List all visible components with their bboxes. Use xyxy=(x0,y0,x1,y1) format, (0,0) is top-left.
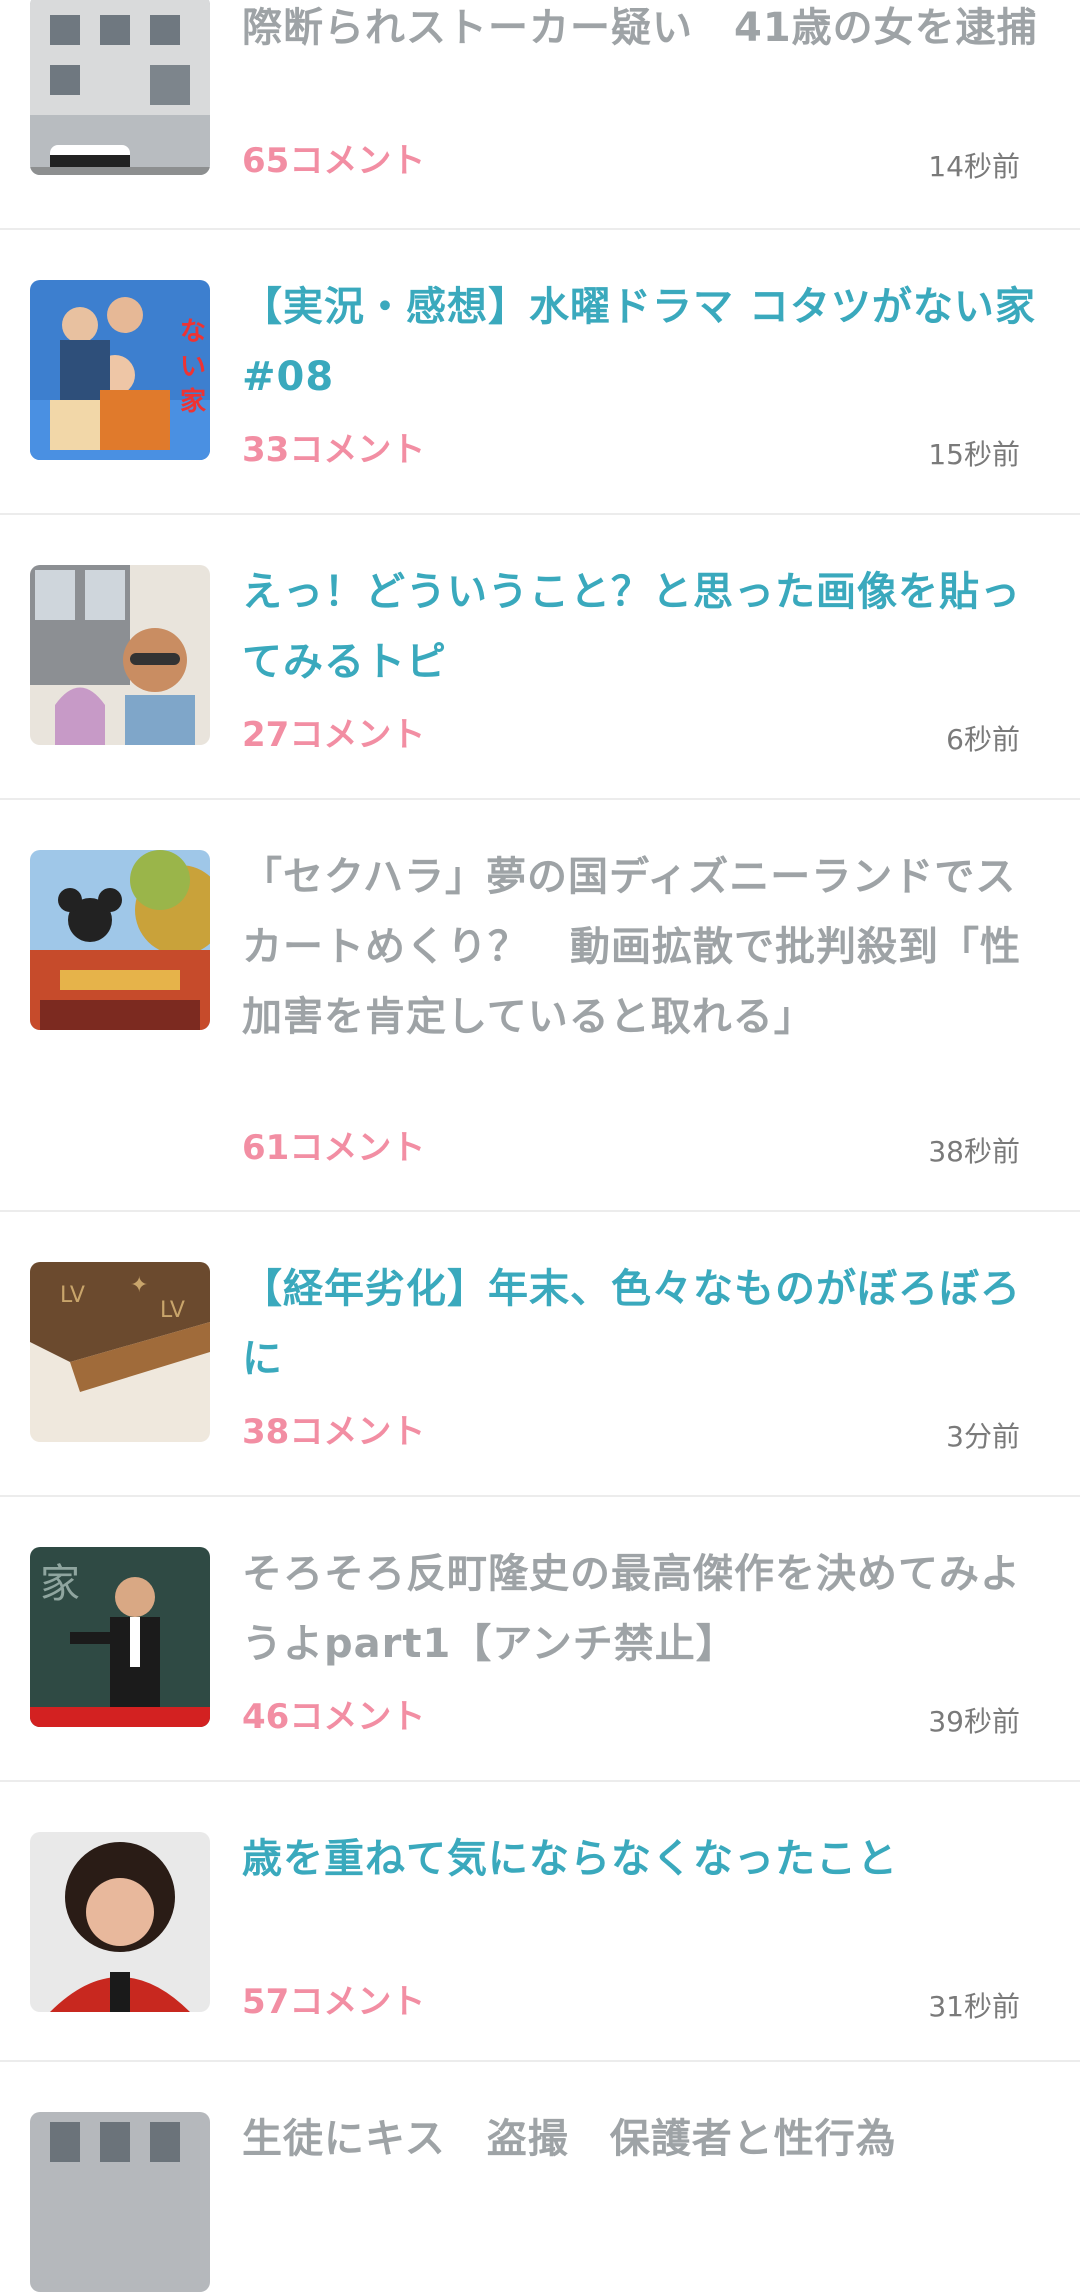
building-thumbnail[interactable] xyxy=(30,2112,210,2292)
worn-wallet-thumbnail[interactable]: LV ✦ LV xyxy=(30,1262,210,1442)
svg-text:LV: LV xyxy=(60,1283,85,1308)
topic-row[interactable]: 際断られストーカー疑い 41歳の女を逮捕 65コメント 14秒前 xyxy=(0,0,1080,230)
comment-count: 27コメント xyxy=(242,715,426,755)
topic-title[interactable]: 【実況・感想】水曜ドラマ コタツがない家 #08 xyxy=(242,272,1042,412)
comment-count: 38コメント xyxy=(242,1412,426,1452)
drama-poster-thumbnail[interactable]: な い 家 xyxy=(30,280,210,460)
topic-row[interactable]: LV ✦ LV 【経年劣化】年末、色々なものがぼろぼろに 38コメント 3分前 xyxy=(0,1212,1080,1497)
post-time: 38秒前 xyxy=(928,1135,1020,1168)
svg-text:LV: LV xyxy=(160,1298,185,1323)
parade-float-thumbnail[interactable] xyxy=(30,850,210,1030)
post-time: 6秒前 xyxy=(946,723,1020,756)
svg-text:家: 家 xyxy=(40,1561,80,1607)
svg-text:家: 家 xyxy=(180,386,206,417)
topic-row[interactable]: 歳を重ねて気にならなくなったこと 57コメント 31秒前 xyxy=(0,1782,1080,2062)
post-time: 3分前 xyxy=(946,1420,1020,1453)
comment-count: 46コメント xyxy=(242,1697,426,1737)
topic-row[interactable]: えっ！どういうこと？と思った画像を貼ってみるトピ 27コメント 6秒前 xyxy=(0,515,1080,800)
topic-title[interactable]: 【経年劣化】年末、色々なものがぼろぼろに xyxy=(242,1254,1042,1394)
topic-title[interactable]: 「セクハラ」夢の国ディズニーランドでスカートめくり？ 動画拡散で批判殺到「性加害… xyxy=(242,842,1042,1052)
topic-row[interactable]: 家 そろそろ反町隆史の最高傑作を決めてみようよpart1【アンチ禁止】 46コメ… xyxy=(0,1497,1080,1782)
svg-text:な: な xyxy=(180,317,206,347)
comment-count: 61コメント xyxy=(242,1128,426,1168)
svg-text:✦: ✦ xyxy=(130,1273,148,1298)
topic-row[interactable]: 生徒にキス 盗撮 保護者と性行為 xyxy=(0,2062,1080,2292)
post-time: 31秒前 xyxy=(928,1990,1020,2023)
comment-count: 33コメント xyxy=(242,430,426,470)
svg-text:い: い xyxy=(180,352,206,382)
topic-row[interactable]: な い 家 【実況・感想】水曜ドラマ コタツがない家 #08 33コメント 15… xyxy=(0,230,1080,515)
selfie-thumbnail[interactable] xyxy=(30,565,210,745)
comment-count: 65コメント xyxy=(242,141,426,181)
post-time: 15秒前 xyxy=(928,438,1020,471)
teacher-chalkboard-thumbnail[interactable]: 家 xyxy=(30,1547,210,1727)
topic-title[interactable]: 生徒にキス 盗撮 保護者と性行為 xyxy=(242,2104,1042,2174)
topic-title[interactable]: えっ！どういうこと？と思った画像を貼ってみるトピ xyxy=(242,557,1042,697)
topic-title[interactable]: 際断られストーカー疑い 41歳の女を逮捕 xyxy=(242,0,1042,63)
post-time: 39秒前 xyxy=(928,1705,1020,1738)
comment-count: 57コメント xyxy=(242,1982,426,2022)
woman-portrait-thumbnail[interactable] xyxy=(30,1832,210,2012)
police-station-thumbnail[interactable] xyxy=(30,0,210,175)
topic-title[interactable]: そろそろ反町隆史の最高傑作を決めてみようよpart1【アンチ禁止】 xyxy=(242,1539,1042,1679)
topic-row[interactable]: 「セクハラ」夢の国ディズニーランドでスカートめくり？ 動画拡散で批判殺到「性加害… xyxy=(0,800,1080,1212)
post-time: 14秒前 xyxy=(928,150,1020,183)
topic-title[interactable]: 歳を重ねて気にならなくなったこと xyxy=(242,1824,1042,1894)
